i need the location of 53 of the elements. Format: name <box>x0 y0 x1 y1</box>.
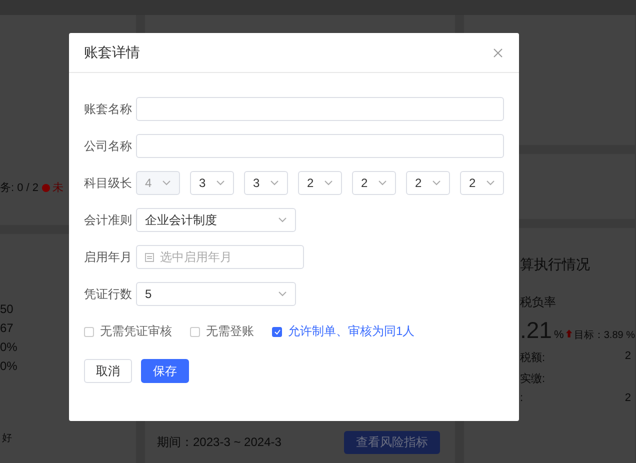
level-select[interactable]: 2 <box>406 171 450 195</box>
chevron-down-icon <box>162 180 171 186</box>
target-text: 目标：3.89 % <box>574 328 635 342</box>
field-label: 公司名称 <box>84 138 133 154</box>
period-text: 期间：2023-3 ~ 2024-3 <box>156 434 282 451</box>
checkbox[interactable]: 允许制单、审核为同1人 <box>272 323 415 340</box>
level-select[interactable]: 3 <box>244 171 288 195</box>
footer-text: 好 <box>2 433 12 444</box>
cancel-button[interactable]: 取消 <box>84 359 132 383</box>
chevron-down-icon <box>324 180 333 186</box>
chevron-down-icon <box>278 291 287 297</box>
card-title: 算执行情况 <box>520 256 591 274</box>
chevron-down-icon <box>216 180 225 186</box>
stat-value: 0% <box>0 359 18 373</box>
metric-label: 税负率 <box>520 294 557 311</box>
field-label: 凭证行数 <box>84 286 133 302</box>
row-label: 税额: <box>520 350 546 365</box>
text-field[interactable] <box>136 97 504 121</box>
stat-value: 50 <box>0 302 14 316</box>
task-count: 务: 0 / 2 <box>0 181 39 195</box>
level-select[interactable]: 2 <box>352 171 396 195</box>
checkbox[interactable]: 无需登账 <box>190 323 254 340</box>
row-label: : <box>520 392 524 404</box>
field-label: 账套名称 <box>84 100 133 118</box>
field-label: 会计准则 <box>84 212 133 228</box>
close-icon[interactable] <box>493 48 503 58</box>
chevron-down-icon <box>378 180 387 186</box>
chevron-down-icon <box>486 180 495 186</box>
dialog-title: 账套详情 <box>84 44 140 62</box>
level-select[interactable]: 3 <box>190 171 234 195</box>
alert-icon <box>42 184 50 192</box>
stat-value: 0% <box>0 340 18 354</box>
select-field[interactable]: 企业会计制度 <box>136 208 296 232</box>
checkbox[interactable]: 无需凭证审核 <box>84 323 172 340</box>
calendar-icon <box>145 252 154 262</box>
row-value: 2 <box>624 392 631 404</box>
text-field[interactable] <box>136 134 504 158</box>
field-label: 启用年月 <box>84 248 133 266</box>
up-arrow-icon <box>566 329 572 338</box>
check-icon <box>274 328 280 334</box>
select-field[interactable]: 5 <box>136 282 296 306</box>
stat-value: 67 <box>0 321 14 335</box>
chevron-down-icon <box>432 180 441 186</box>
chevron-down-icon <box>278 217 287 223</box>
row-value: 2 <box>624 350 631 364</box>
level-select[interactable]: 2 <box>298 171 342 195</box>
metric-unit: % <box>554 329 564 341</box>
chevron-down-icon <box>270 180 279 186</box>
level-select[interactable]: 2 <box>460 171 504 195</box>
field-label: 科目级长 <box>84 174 133 192</box>
save-button[interactable]: 保存 <box>141 359 189 383</box>
row-label: 实缴: <box>520 372 546 386</box>
task-status: 未 <box>52 181 64 195</box>
